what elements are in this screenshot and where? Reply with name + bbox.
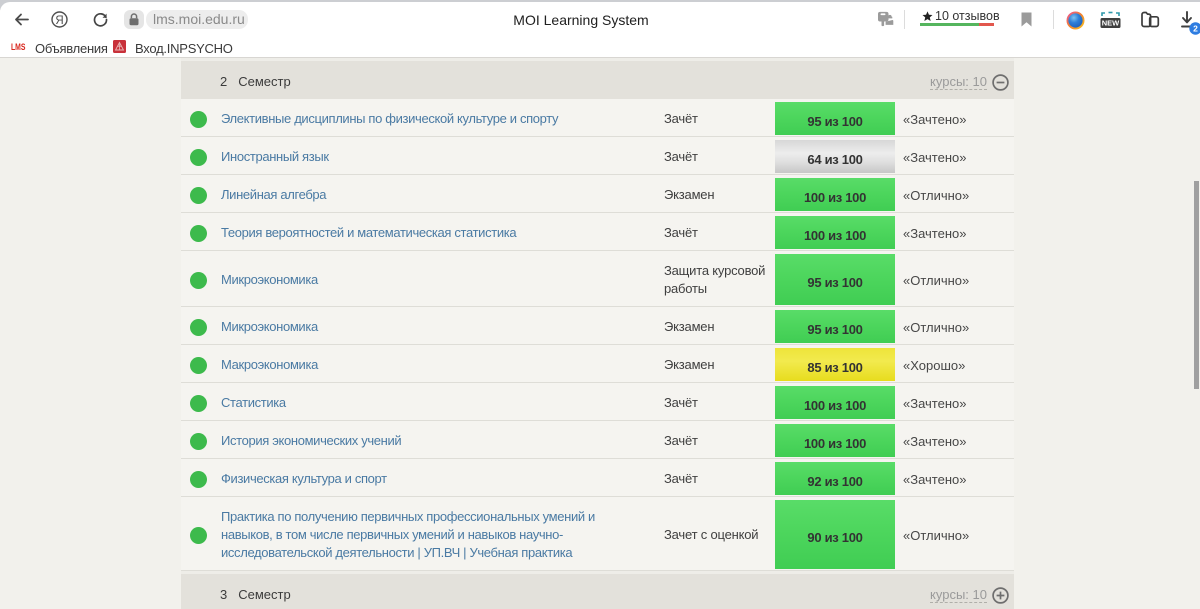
svg-text:Я: Я [55,15,63,27]
svg-text:2: 2 [1193,24,1198,34]
svg-text:NEW: NEW [1102,19,1120,28]
